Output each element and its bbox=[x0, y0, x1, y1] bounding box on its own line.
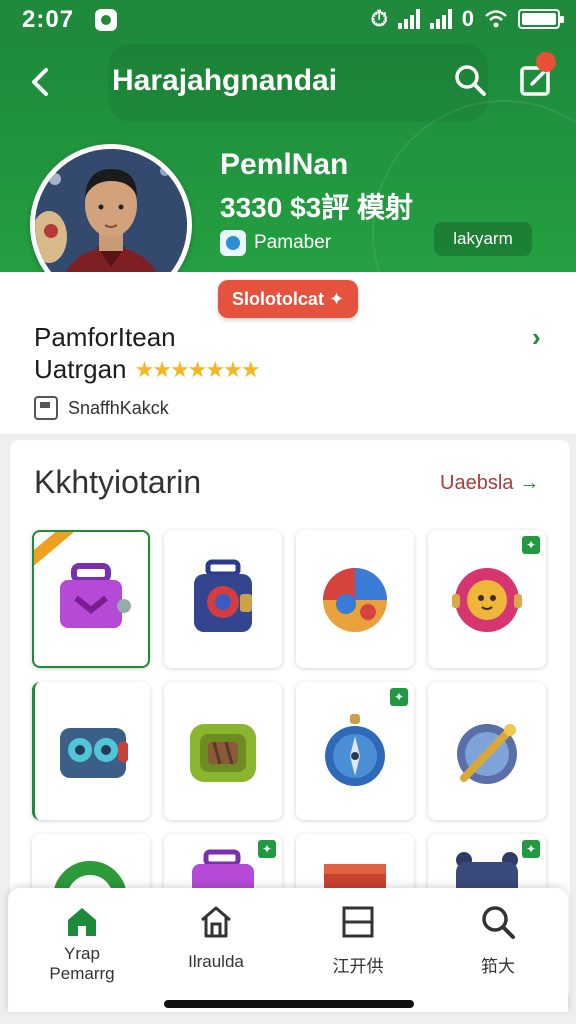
signal-icon-2 bbox=[429, 9, 452, 29]
grid-item-purple-box[interactable]: ✦ bbox=[164, 834, 282, 894]
house-outline-icon bbox=[201, 906, 231, 938]
grid-item-green-ring[interactable] bbox=[32, 834, 150, 894]
status-time: 2:07 bbox=[22, 6, 75, 33]
member-row[interactable]: Pamaber bbox=[220, 230, 331, 256]
profile-info-card: Slolotolcat ✦ PamforItean Uatrgan ★★★★★★… bbox=[0, 272, 576, 434]
tag-icon bbox=[34, 396, 58, 420]
info-tag-row[interactable]: SnaffhKakck bbox=[34, 396, 169, 420]
info-subtitle: Uatrgan bbox=[34, 354, 127, 384]
avatar[interactable] bbox=[30, 144, 192, 272]
info-title: PamforItean bbox=[34, 322, 176, 352]
nav-label-home: Yrap Pemarrg bbox=[49, 944, 115, 983]
nav-item-list[interactable]: 江开供 bbox=[298, 902, 418, 977]
info-subtitle-row: Uatrgan ★★★★★★★ bbox=[34, 354, 261, 385]
status-indicators: ⏱ 0 bbox=[370, 6, 564, 32]
back-button[interactable] bbox=[26, 64, 56, 100]
new-badge-icon: ✦ bbox=[522, 536, 540, 554]
pink-cat-orb-icon bbox=[452, 568, 522, 632]
battery-icon bbox=[518, 9, 564, 29]
home-indicator[interactable] bbox=[164, 1000, 414, 1008]
member-icon bbox=[220, 230, 246, 256]
green-chest-icon bbox=[190, 724, 256, 782]
teal-binocular-bot-icon bbox=[59, 728, 128, 778]
search-icon bbox=[455, 65, 486, 96]
member-label: Pamaber bbox=[254, 232, 332, 253]
home-icon bbox=[68, 908, 96, 936]
nav-label-list: 江开供 bbox=[332, 957, 384, 976]
tag-pill[interactable]: lakyarm bbox=[434, 222, 532, 256]
nav-item-home[interactable]: Yrap Pemarrg bbox=[22, 902, 142, 984]
profile-stats: 3330 $3評 模射 bbox=[220, 192, 413, 223]
rating-stars-icon: ★★★★★★★ bbox=[134, 356, 261, 382]
list-box-icon bbox=[342, 906, 374, 938]
grid-item-gold-key-compass[interactable] bbox=[428, 682, 546, 820]
badge-label: Slolotolcat bbox=[231, 289, 324, 309]
grid-item-blue-compass[interactable]: ✦ bbox=[296, 682, 414, 820]
avatar-portrait-icon bbox=[35, 149, 187, 272]
rainbow-orb-icon bbox=[323, 568, 387, 632]
search-icon bbox=[482, 906, 515, 939]
profile-header: Harajahgnandai PemlNan 3330 $3評 模射 Pamab… bbox=[0, 40, 576, 272]
page-title: Harajahgnandai bbox=[112, 64, 338, 97]
signal-icon bbox=[397, 9, 420, 29]
bottom-nav: Yrap Pemarrg Ilraulda 江开供 筘大 bbox=[8, 888, 568, 1012]
grid-item-red-crate[interactable] bbox=[296, 834, 414, 894]
purple-box-icon bbox=[192, 849, 254, 894]
see-all-link[interactable]: Uaebsla → bbox=[440, 472, 539, 495]
blue-compass-icon bbox=[325, 714, 385, 786]
navy-bot-icon bbox=[456, 852, 518, 894]
app-notification-icon bbox=[95, 9, 117, 31]
grid-item-pink-cat-orb[interactable]: ✦ bbox=[428, 530, 546, 668]
arrow-right-icon: → bbox=[519, 472, 540, 494]
profile-name: PemlNan bbox=[220, 148, 349, 181]
grid-item-teal-binocular-bot[interactable] bbox=[32, 682, 150, 820]
info-tag-label: SnaffhKakck bbox=[68, 397, 169, 418]
battery-label: 0 bbox=[461, 6, 474, 31]
grid-item-purple-lunchbox[interactable] bbox=[32, 530, 150, 668]
grid-item-navy-bot[interactable]: ✦ bbox=[428, 834, 546, 894]
alarm-icon: ⏱ bbox=[370, 6, 388, 31]
back-arrow-icon bbox=[32, 68, 48, 96]
nav-label-search: 筘大 bbox=[481, 957, 515, 976]
see-all-label: Uaebsla bbox=[440, 472, 514, 494]
purple-lunchbox-icon bbox=[60, 563, 131, 628]
nav-label-house: Ilraulda bbox=[188, 952, 244, 971]
nav-item-house[interactable]: Ilraulda bbox=[156, 902, 276, 972]
chevron-right-icon[interactable]: › bbox=[532, 322, 541, 353]
sparkle-icon: ✦ bbox=[328, 289, 345, 309]
status-badge-button[interactable]: Slolotolcat ✦ bbox=[218, 280, 358, 318]
search-button[interactable] bbox=[452, 62, 488, 98]
nav-item-search[interactable]: 筘大 bbox=[438, 902, 558, 977]
status-bar: 2:07 ⏱ 0 bbox=[0, 0, 576, 40]
wifi-icon bbox=[485, 10, 507, 28]
grid-item-blue-robot-box[interactable] bbox=[164, 530, 282, 668]
new-badge-icon: ✦ bbox=[390, 688, 408, 706]
section-title: Kkhtyiotarin bbox=[34, 464, 202, 500]
grid-item-rainbow-orb[interactable] bbox=[296, 530, 414, 668]
blue-robot-box-icon bbox=[194, 559, 252, 632]
gold-key-compass-icon bbox=[457, 724, 517, 784]
notification-badge bbox=[536, 52, 556, 72]
grid-item-green-chest[interactable] bbox=[164, 682, 282, 820]
